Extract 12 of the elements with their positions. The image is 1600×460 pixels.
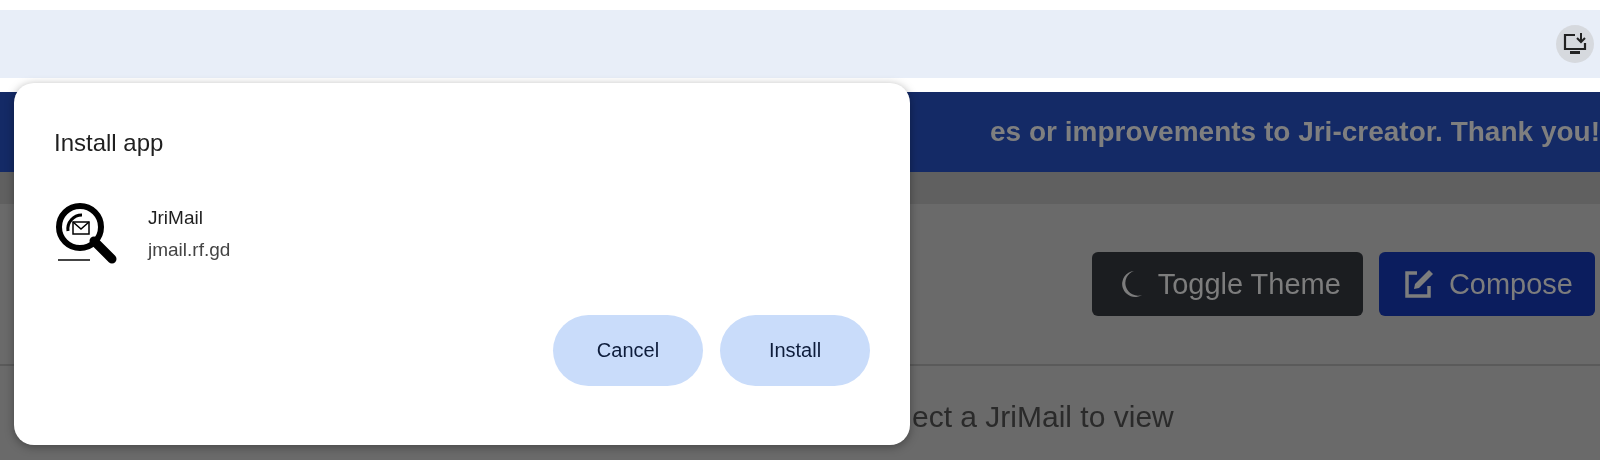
banner-text: es or improvements to Jri-creator. Thank you!	[990, 116, 1600, 148]
monitor-download-icon	[1563, 33, 1587, 55]
app-name: JriMail	[148, 207, 204, 229]
install-app-button[interactable]	[1556, 25, 1594, 63]
dialog-title: Install app	[54, 129, 165, 157]
toggle-theme-button[interactable]: Toggle Theme	[1091, 252, 1363, 316]
compose-button[interactable]: Compose	[1378, 252, 1595, 316]
cancel-button[interactable]: Cancel	[553, 315, 703, 386]
app-url: jmail.rf.gd	[148, 239, 231, 261]
edit-icon	[1402, 268, 1435, 300]
empty-message: ect a JriMail to view	[912, 400, 1174, 433]
install-button[interactable]: Install	[720, 315, 870, 386]
